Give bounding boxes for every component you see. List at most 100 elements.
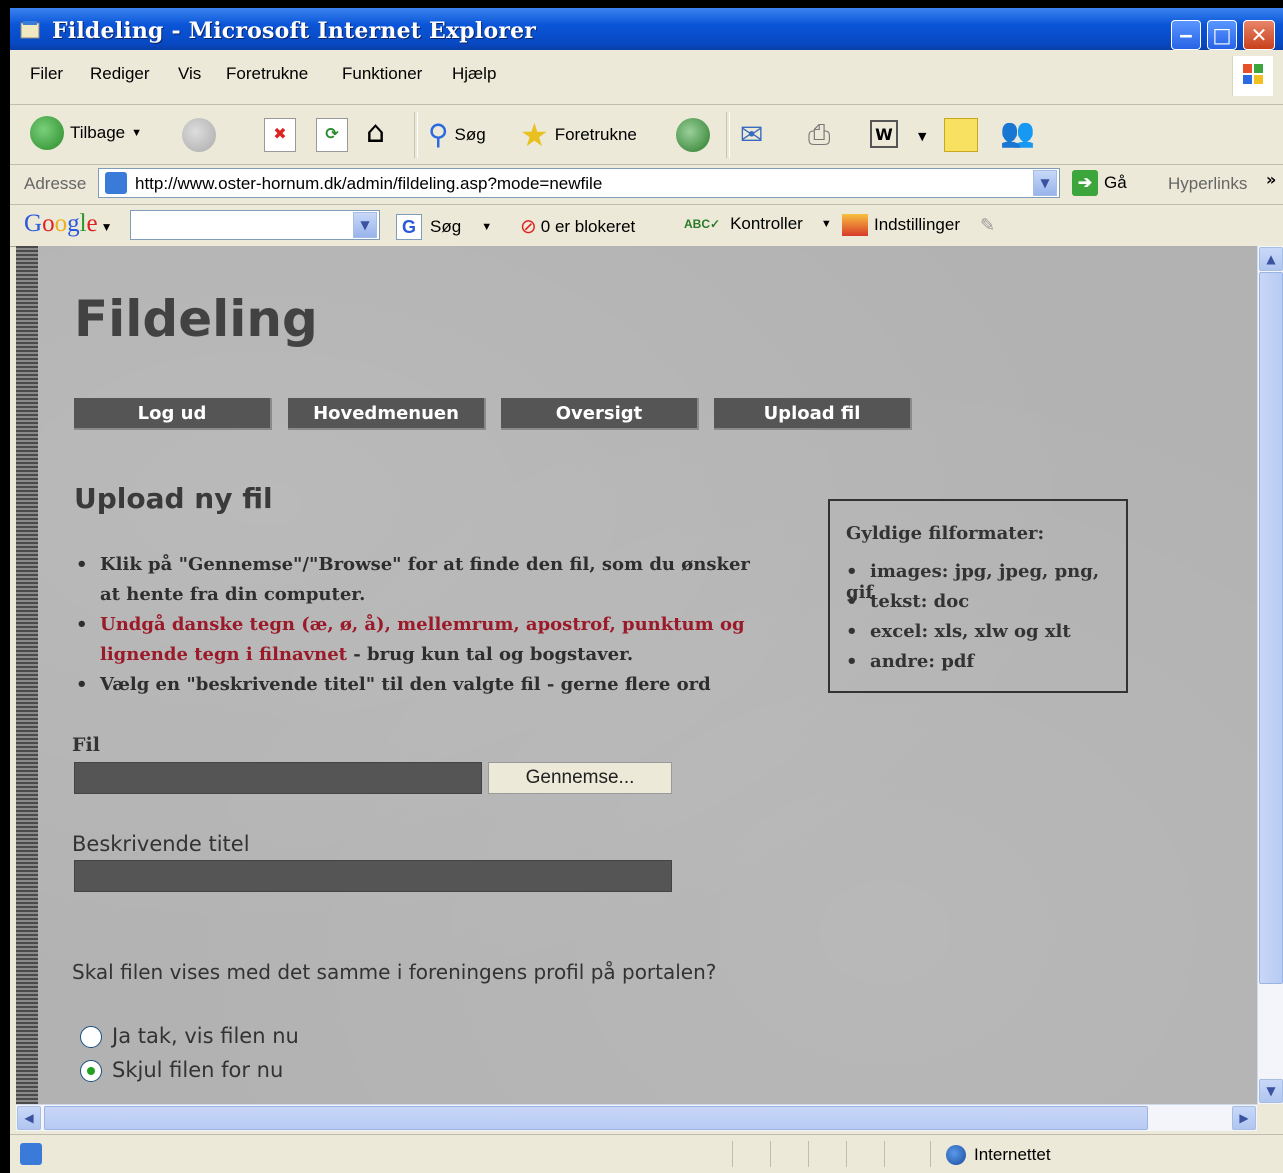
nav-upload-fil[interactable]: Upload fil <box>714 398 912 430</box>
go-arrow-icon: ➔ <box>1072 170 1098 196</box>
format-item: tekst: doc <box>870 591 970 612</box>
menu-vis[interactable]: Vis <box>178 64 201 84</box>
formats-box: Gyldige filformater: • images: jpg, jpeg… <box>828 499 1128 693</box>
chevron-right-icon[interactable]: » <box>1266 170 1276 189</box>
page-content: Fildeling Log ud Hovedmenuen Oversigt Up… <box>16 246 1257 1104</box>
print-icon[interactable]: ⎙ <box>808 118 830 152</box>
browser-window: Fildeling - Microsoft Internet Explorer … <box>10 8 1283 1173</box>
search-button[interactable]: ⚲ Søg <box>428 118 486 151</box>
google-toolbar: Google ▼ ▼ G Søg ▼ ⊘ 0 er blokeret ABC✓ … <box>10 204 1283 247</box>
refresh-icon[interactable]: ⟳ <box>316 118 348 152</box>
page-status-icon <box>20 1143 42 1165</box>
dropdown-arrow-icon[interactable]: ▼ <box>918 130 926 143</box>
list-item: • andre: pdf <box>846 651 975 672</box>
address-input[interactable]: http://www.oster-hornum.dk/admin/fildeli… <box>98 168 1060 198</box>
scroll-down-icon[interactable]: ▼ <box>1259 1079 1283 1103</box>
minimize-icon: ‒ <box>1179 23 1193 47</box>
close-button[interactable]: ✕ <box>1243 20 1275 50</box>
menu-rediger[interactable]: Rediger <box>90 64 150 84</box>
google-search-button[interactable]: G Søg ▼ <box>396 214 492 240</box>
list-item: • tekst: doc <box>846 591 970 612</box>
instruction-text: Vælg en "beskrivende titel" til den valg… <box>100 674 711 695</box>
nav-hovedmenuen[interactable]: Hovedmenuen <box>288 398 486 430</box>
horizontal-scroll-thumb[interactable] <box>44 1106 1148 1130</box>
address-bar: Adresse http://www.oster-hornum.dk/admin… <box>10 164 1283 205</box>
star-icon: ★ <box>520 117 549 153</box>
status-divider <box>846 1141 847 1167</box>
globe-icon <box>946 1145 966 1165</box>
favorites-label: Foretrukne <box>554 125 637 144</box>
settings-label: Indstillinger <box>874 215 960 234</box>
dropdown-arrow-icon: ▼ <box>481 221 493 233</box>
popup-blocker-button[interactable]: ⊘ 0 er blokeret <box>520 214 635 239</box>
scroll-left-icon[interactable]: ◀ <box>17 1106 41 1130</box>
nav-oversigt[interactable]: Oversigt <box>501 398 699 430</box>
settings-button[interactable]: Indstillinger ✎ <box>842 214 995 236</box>
list-item: • Vælg en "beskrivende titel" til den va… <box>76 670 756 700</box>
links-label[interactable]: Hyperlinks <box>1168 174 1247 194</box>
back-label: Tilbage <box>70 123 126 142</box>
google-logo[interactable]: Google ▼ <box>24 210 113 238</box>
status-divider <box>930 1141 931 1167</box>
mail-icon[interactable]: ✉ <box>740 118 763 151</box>
messenger-icon[interactable]: 👥 <box>1000 116 1035 149</box>
favorites-button[interactable]: ★ Foretrukne <box>520 116 637 154</box>
stop-icon[interactable]: ✖ <box>264 118 296 152</box>
menu-filer[interactable]: Filer <box>30 64 63 84</box>
security-zone: Internettet <box>946 1145 1051 1165</box>
status-divider <box>770 1141 771 1167</box>
standard-toolbar: Tilbage ▼ ✖ ⟳ ⌂ ⚲ Søg ★ Foretrukne ✉ ⎙ W… <box>10 104 1283 165</box>
format-item: andre: pdf <box>870 651 975 672</box>
radio-show-now[interactable] <box>80 1026 102 1048</box>
list-item: • Undgå danske tegn (æ, ø, å), mellemrum… <box>76 610 756 670</box>
scroll-up-icon[interactable]: ▲ <box>1259 247 1283 271</box>
page-title: Fildeling <box>74 290 318 348</box>
status-bar: Internettet <box>10 1134 1283 1173</box>
scroll-right-icon[interactable]: ▶ <box>1232 1106 1256 1130</box>
dropdown-arrow-icon: ▼ <box>820 218 832 230</box>
chevron-down-icon[interactable]: ▼ <box>1033 170 1057 196</box>
zone-label: Internettet <box>974 1145 1051 1164</box>
history-icon[interactable] <box>676 118 710 152</box>
menu-hjaelp[interactable]: Hjælp <box>452 64 496 84</box>
home-icon[interactable]: ⌂ <box>366 116 385 150</box>
google-search-label: Søg <box>430 217 462 236</box>
nav-log-ud[interactable]: Log ud <box>74 398 272 430</box>
go-button[interactable]: ➔ Gå <box>1072 170 1127 196</box>
menu-foretrukne[interactable]: Foretrukne <box>226 64 308 84</box>
maximize-button[interactable]: □ <box>1207 20 1237 50</box>
back-button[interactable]: Tilbage ▼ <box>30 116 142 150</box>
go-label: Gå <box>1104 173 1127 192</box>
spellcheck-label: Kontroller <box>730 214 803 233</box>
browse-button[interactable]: Gennemse... <box>488 762 672 794</box>
spellcheck-icon: ABC✓ <box>684 217 721 231</box>
address-url: http://www.oster-hornum.dk/admin/fildeli… <box>135 174 603 193</box>
spellcheck-button[interactable]: ABC✓ Kontroller ▼ <box>684 214 832 234</box>
radio-show-now-label[interactable]: Ja tak, vis filen nu <box>112 1024 299 1048</box>
list-item: • excel: xls, xlw og xlt <box>846 621 1071 642</box>
vertical-scroll-thumb[interactable] <box>1259 272 1283 984</box>
radio-hide-for-now-label[interactable]: Skjul filen for nu <box>112 1058 283 1082</box>
settings-icon <box>842 214 868 236</box>
chevron-down-icon[interactable]: ▼ <box>353 212 377 238</box>
pencil-icon[interactable]: ✎ <box>980 215 995 236</box>
forward-button[interactable] <box>182 118 216 152</box>
instruction-text: Klik på "Gennemse"/"Browse" for at finde… <box>100 554 750 605</box>
radio-hide-for-now[interactable] <box>80 1060 102 1082</box>
horizontal-scrollbar[interactable]: ◀ ▶ <box>16 1104 1257 1131</box>
menu-funktioner[interactable]: Funktioner <box>342 64 422 84</box>
status-divider <box>808 1141 809 1167</box>
notes-icon[interactable] <box>944 118 978 152</box>
title-input[interactable] <box>74 860 672 892</box>
minimize-button[interactable]: ‒ <box>1171 20 1201 50</box>
vertical-scrollbar[interactable]: ▲ ▼ <box>1257 246 1283 1104</box>
google-search-input[interactable]: ▼ <box>130 210 380 240</box>
popup-blocked-icon: ⊘ <box>520 216 537 238</box>
format-item: excel: xls, xlw og xlt <box>870 621 1071 642</box>
toolbar-separator <box>414 112 418 158</box>
menu-bar: Filer Rediger Vis Foretrukne Funktioner … <box>10 50 1283 105</box>
popup-blocked-label: 0 er blokeret <box>540 216 636 236</box>
edit-word-icon[interactable]: W <box>870 120 898 148</box>
file-input[interactable] <box>74 762 482 794</box>
window-title: Fildeling - Microsoft Internet Explorer <box>52 18 537 44</box>
